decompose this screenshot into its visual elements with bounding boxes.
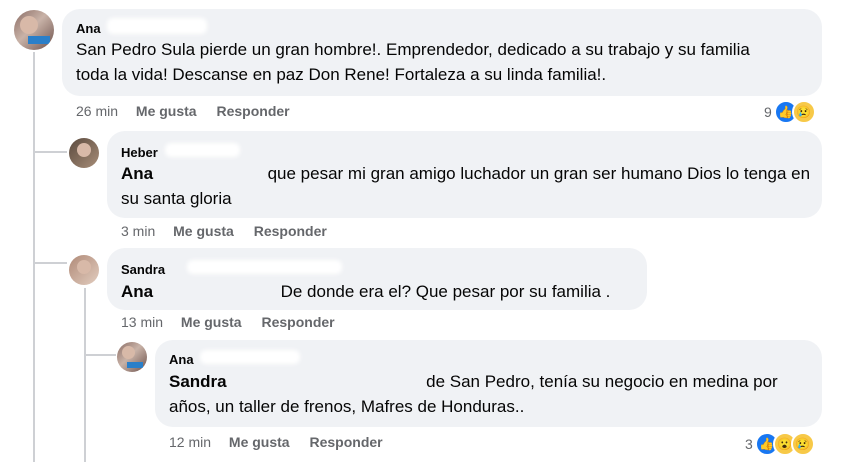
like-button[interactable]: Me gusta bbox=[173, 223, 234, 239]
comment-time[interactable]: 26 min bbox=[76, 103, 118, 119]
comment-actions: 3 min Me gusta Responder bbox=[121, 223, 327, 239]
comment-author[interactable]: Ana bbox=[169, 352, 194, 367]
comment-text: San Pedro Sula pierde un gran hombre!. E… bbox=[76, 40, 750, 84]
comment-author[interactable]: Sandra bbox=[121, 262, 165, 277]
reply-button[interactable]: Responder bbox=[254, 223, 327, 239]
comment-actions: 26 min Me gusta Responder bbox=[76, 103, 290, 119]
comment-actions: 13 min Me gusta Responder bbox=[121, 314, 335, 330]
comment-body: que pesar mi gran amigo luchador un gran… bbox=[121, 164, 811, 208]
comment-text: Ana que pesar mi gran amigo luchador un … bbox=[121, 161, 811, 211]
comment-text: Sandra de San Pedro, tenía su negocio en… bbox=[169, 369, 799, 419]
like-button[interactable]: Me gusta bbox=[136, 103, 197, 119]
reaction-summary[interactable]: 3 👍 😮 😢 bbox=[745, 432, 815, 456]
comment-time[interactable]: 13 min bbox=[121, 314, 163, 330]
like-button[interactable]: Me gusta bbox=[181, 314, 242, 330]
redacted-name bbox=[200, 350, 300, 364]
redacted-name bbox=[187, 260, 342, 274]
comment-bubble: Sandra Ana De donde era el? Que pesar po… bbox=[107, 248, 647, 310]
comment-text: Ana De donde era el? Que pesar por su fa… bbox=[121, 279, 641, 304]
redacted-name bbox=[165, 143, 240, 157]
avatar[interactable] bbox=[69, 255, 99, 285]
reply-button[interactable]: Responder bbox=[217, 103, 290, 119]
reply-button[interactable]: Responder bbox=[310, 434, 383, 450]
reaction-count: 3 bbox=[745, 436, 753, 452]
reaction-count: 9 bbox=[764, 104, 772, 120]
mention[interactable]: Ana bbox=[121, 164, 153, 183]
sad-icon: 😢 bbox=[790, 432, 815, 456]
reply-button[interactable]: Responder bbox=[262, 314, 335, 330]
reaction-summary[interactable]: 9 👍 😢 bbox=[764, 100, 816, 124]
comment-time[interactable]: 3 min bbox=[121, 223, 155, 239]
mention[interactable]: Ana bbox=[121, 282, 153, 301]
like-button[interactable]: Me gusta bbox=[229, 434, 290, 450]
avatar[interactable] bbox=[117, 342, 147, 372]
comment-author[interactable]: Ana bbox=[76, 21, 101, 36]
thread-line-branch-3 bbox=[84, 354, 116, 356]
comment-bubble: Ana San Pedro Sula pierde un gran hombre… bbox=[62, 9, 822, 96]
comment-body: de San Pedro, tenía su negocio en medina… bbox=[169, 372, 778, 416]
mention[interactable]: Sandra bbox=[169, 372, 227, 391]
comment-bubble: Ana Sandra de San Pedro, tenía su negoci… bbox=[155, 340, 822, 427]
comment-time[interactable]: 12 min bbox=[169, 434, 211, 450]
thread-line-main bbox=[33, 52, 35, 462]
comment-bubble: Heber Ana que pesar mi gran amigo luchad… bbox=[107, 131, 822, 218]
thread-line-sub bbox=[84, 288, 86, 462]
sad-icon: 😢 bbox=[791, 100, 816, 124]
comment-body: De donde era el? Que pesar por su famili… bbox=[280, 282, 611, 301]
comment-author[interactable]: Heber bbox=[121, 145, 158, 160]
avatar[interactable] bbox=[14, 10, 54, 50]
redacted-name bbox=[107, 18, 207, 34]
avatar[interactable] bbox=[69, 138, 99, 168]
thread-line-branch-1 bbox=[33, 151, 67, 153]
thread-line-branch-2 bbox=[33, 262, 67, 264]
comment-actions: 12 min Me gusta Responder bbox=[169, 434, 383, 450]
